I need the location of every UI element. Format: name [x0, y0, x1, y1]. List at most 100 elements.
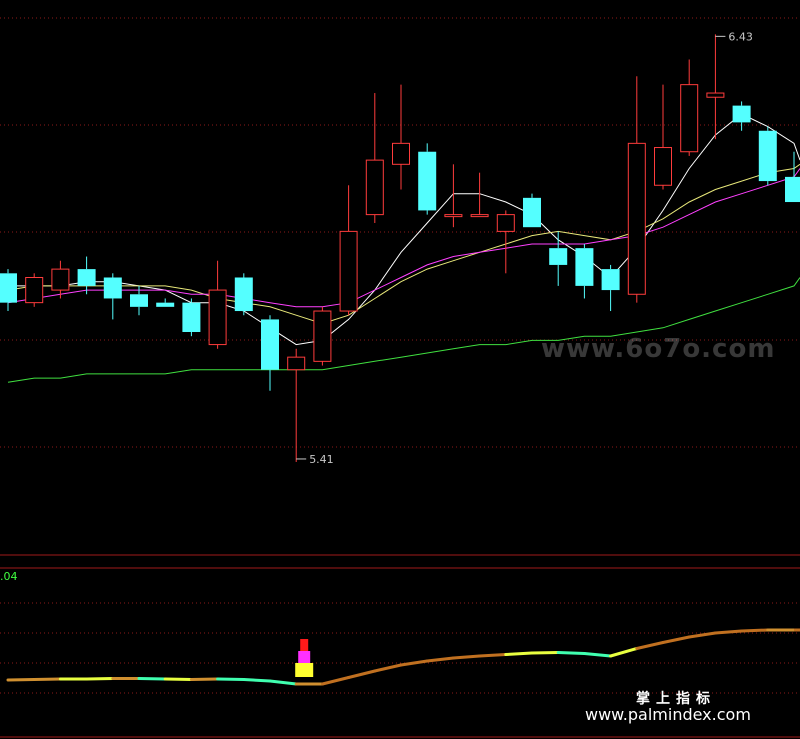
- indicator-segment: [6, 678, 36, 682]
- indicator-pane: .04: [0, 570, 800, 686]
- candle: [313, 306, 332, 366]
- candle: [182, 298, 201, 337]
- candle: [549, 231, 568, 286]
- candle-body-down: [732, 105, 751, 123]
- candle-body-down: [575, 248, 594, 286]
- candle: [51, 260, 70, 299]
- indicator-label: .04: [0, 570, 18, 583]
- indicator-segment: [713, 629, 744, 635]
- candle-body-down: [234, 277, 253, 312]
- candle-body-up: [287, 356, 306, 371]
- moving-average-line-4: [7, 277, 800, 383]
- signal-block-yellow: [295, 663, 314, 677]
- grid-lines: [0, 17, 800, 738]
- indicator-segment: [373, 663, 403, 673]
- candle-body-down: [156, 302, 175, 307]
- candle-body-up: [365, 159, 384, 216]
- candle-body-up: [313, 310, 332, 362]
- indicator-line: [6, 628, 800, 686]
- candle-body-up: [470, 214, 489, 218]
- moving-average-line-2: [7, 163, 800, 325]
- candle: [732, 101, 751, 131]
- high-price-label: 6.43: [728, 30, 753, 43]
- candle: [234, 273, 253, 316]
- candle: [758, 126, 777, 186]
- candle: [365, 93, 384, 223]
- indicator-segment: [268, 679, 298, 686]
- indicator-segment: [399, 659, 429, 667]
- candle: [470, 172, 489, 218]
- indicator-segment: [530, 651, 560, 655]
- candlesticks: [0, 34, 800, 462]
- candle: [77, 256, 96, 295]
- candle-body-down: [103, 277, 122, 299]
- candle: [392, 84, 410, 190]
- indicator-segment: [242, 678, 272, 683]
- candle-body-up: [25, 277, 44, 304]
- indicator-segment: [582, 652, 613, 658]
- stock-chart: 6.43 5.41 .04 www.6o7o.com 掌上指标 www.palm…: [0, 17, 800, 738]
- candle: [680, 59, 699, 156]
- indicator-segment: [661, 635, 691, 644]
- candle: [103, 273, 122, 320]
- low-price-label: 5.41: [309, 453, 334, 466]
- indicator-segment: [163, 677, 193, 681]
- candle: [706, 34, 725, 140]
- candle: [418, 143, 437, 215]
- candle-body-up: [680, 84, 699, 153]
- signal-block-magenta: [298, 651, 311, 663]
- indicator-segment: [635, 641, 665, 650]
- candle-body-down: [523, 197, 541, 228]
- candle: [785, 151, 800, 203]
- indicator-segment: [320, 676, 351, 686]
- candle: [25, 273, 44, 307]
- indicator-signal-blocks: [295, 639, 314, 677]
- candle-body-down: [130, 294, 148, 307]
- indicator-segment: [32, 677, 62, 681]
- indicator-segment: [85, 677, 115, 681]
- candle-body-up: [496, 214, 515, 232]
- candle-body-down: [785, 176, 800, 203]
- candle-body-down: [261, 319, 279, 370]
- candle: [156, 298, 175, 307]
- candle-body-up: [706, 92, 725, 98]
- candle-body-down: [758, 130, 777, 182]
- indicator-segment: [137, 677, 167, 681]
- candle: [261, 315, 279, 391]
- candle-body-down: [0, 273, 17, 303]
- indicator-segment: [478, 653, 508, 658]
- candle-body-up: [654, 147, 672, 186]
- candle: [627, 76, 646, 303]
- candle-body-down: [549, 248, 568, 265]
- watermark-6o7o: www.6o7o.com: [541, 334, 775, 364]
- indicator-segment: [687, 631, 717, 639]
- indicator-segment: [556, 651, 586, 655]
- candle-body-up: [627, 142, 646, 295]
- indicator-segment: [504, 651, 534, 656]
- indicator-segment: [740, 628, 770, 633]
- candle-body-down: [601, 269, 620, 291]
- candle: [654, 84, 672, 190]
- watermark-palmindex: www.palmindex.com: [585, 705, 751, 724]
- indicator-segment: [189, 677, 220, 681]
- candle: [575, 243, 594, 299]
- indicator-segment: [216, 677, 246, 681]
- candle-body-up: [51, 268, 70, 291]
- candle-body-down: [182, 302, 201, 332]
- candle: [287, 348, 306, 462]
- candle-body-up: [392, 142, 410, 165]
- candle: [208, 260, 227, 349]
- candle-body-up: [444, 214, 463, 218]
- candle: [444, 164, 463, 228]
- candle: [0, 269, 17, 312]
- indicator-segment: [347, 669, 377, 679]
- candle: [339, 185, 358, 316]
- candle-body-down: [418, 151, 437, 211]
- candle: [523, 193, 541, 228]
- candle-body-up: [208, 289, 227, 346]
- indicator-segment: [425, 656, 455, 663]
- candle-body-down: [77, 269, 96, 286]
- indicator-segment: [609, 647, 639, 658]
- candle: [601, 264, 620, 312]
- indicator-segment: [451, 654, 482, 660]
